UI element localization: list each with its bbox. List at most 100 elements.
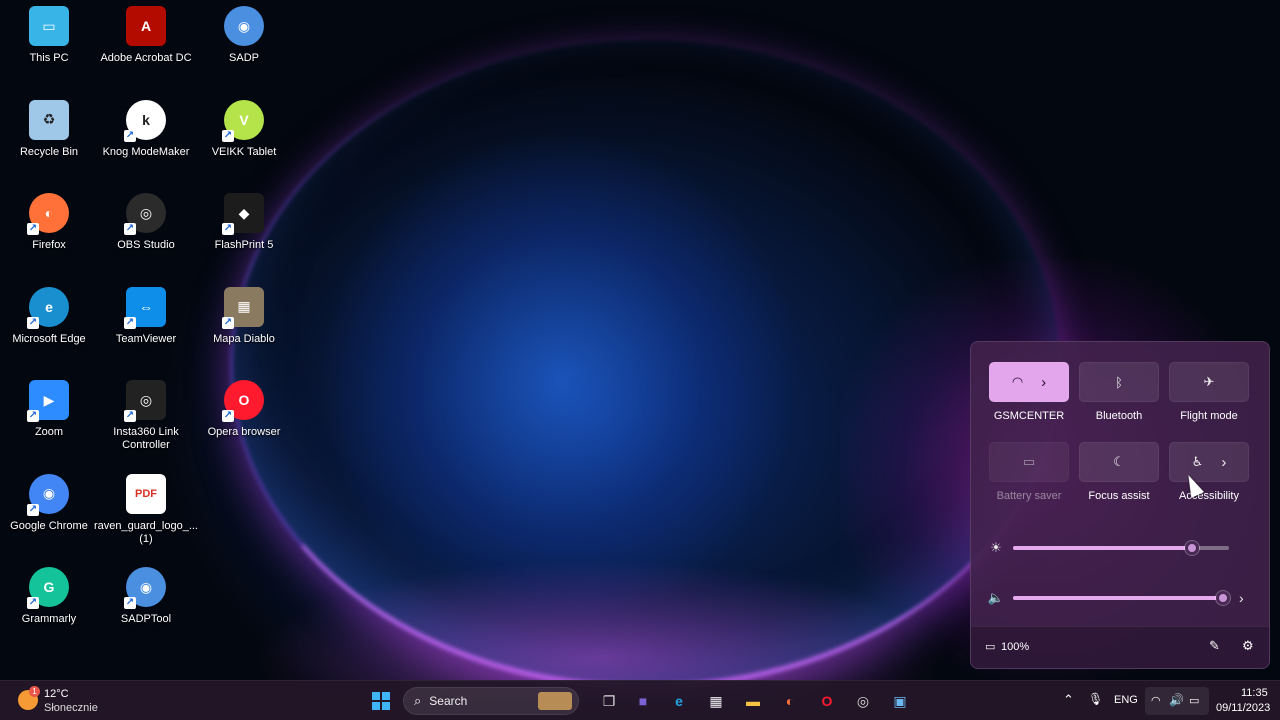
desktop-icon-label: Microsoft Edge <box>12 332 86 345</box>
desktop-icon-label: This PC <box>29 52 69 64</box>
desktop-icon-grammarly[interactable]: G ↗ Grammarly <box>0 567 98 626</box>
brightness-slider-row: ☀ <box>987 538 1257 558</box>
shortcut-arrow-icon: ↗ <box>27 503 39 516</box>
sadp-icon: ◉ ↗ <box>124 567 166 609</box>
desktop-icon-pdf-file[interactable]: PDF raven_guard_logo_... (1) <box>94 473 198 546</box>
desktop-icon-opera[interactable]: O ↗ Opera browser <box>195 380 293 439</box>
desktop-icon-monitor[interactable]: ▭ This PC <box>0 6 98 65</box>
moon-icon: ☾ <box>1113 454 1125 469</box>
weather-condition[interactable]: Słonecznie <box>44 702 98 714</box>
desktop-icon-zoom[interactable]: ▶ ↗ Zoom <box>0 380 98 439</box>
desktop-icon-label: Grammarly <box>21 613 77 625</box>
battery-icon[interactable]: ▭ <box>985 640 995 653</box>
brightness-thumb[interactable] <box>1185 541 1199 555</box>
quick-tile-button-airplane[interactable]: ✈ <box>1169 362 1249 402</box>
chevron-right-icon[interactable]: › <box>1041 374 1046 391</box>
flashprint-icon: ◆ ↗ <box>222 193 264 235</box>
taskbar-task-view-icon[interactable]: ❐ <box>596 689 622 713</box>
shortcut-arrow-icon: ↗ <box>27 410 39 422</box>
quick-tile-button-wifi[interactable]: ◠ › <box>989 362 1069 402</box>
microphone-icon[interactable]: 🎙 <box>1088 692 1103 706</box>
battery-percentage[interactable]: 100% <box>1001 641 1029 653</box>
quick-settings-tray-button[interactable]: ◠ 🔊 ▭ <box>1145 687 1209 715</box>
desktop-icon-chrome[interactable]: ◉ ↗ Google Chrome <box>0 473 98 533</box>
quick-tile-label: Battery saver <box>996 490 1062 502</box>
opera-icon: O ↗ <box>222 380 264 422</box>
grammarly-icon: G ↗ <box>27 567 69 609</box>
quick-tile-label: Focus assist <box>1088 490 1150 502</box>
desktop-icon-firefox[interactable]: ◐ ↗ Firefox <box>0 193 98 252</box>
brightness-slider[interactable] <box>1013 541 1229 555</box>
windows-start-icon[interactable] <box>368 689 394 713</box>
bluetooth-icon: ᛒ <box>1115 374 1123 390</box>
search-highlight-image-icon <box>538 692 572 710</box>
quick-tile-button-battery-saver[interactable]: ▭ <box>989 442 1069 482</box>
volume-slider[interactable] <box>1013 591 1230 605</box>
desktop-icon-insta360[interactable]: ◎ ↗ Insta360 Link Controller <box>97 380 195 452</box>
desktop-icon-flashprint[interactable]: ◆ ↗ FlashPrint 5 <box>195 193 293 252</box>
desktop-icon-knog[interactable]: k ↗ Knog ModeMaker <box>97 99 195 159</box>
search-icon: ⌕ <box>414 693 422 708</box>
desktop-icon-label: TeamViewer <box>115 332 177 345</box>
weather-badge: 1 <box>29 686 40 697</box>
shortcut-arrow-icon: ↗ <box>27 597 39 609</box>
shortcut-arrow-icon: ↗ <box>27 316 39 329</box>
insta360-icon: ◎ ↗ <box>124 380 166 422</box>
desktop-icon-obs[interactable]: ◎ ↗ OBS Studio <box>97 193 195 252</box>
monitor-icon: ▭ <box>29 6 69 46</box>
shortcut-arrow-icon: ↗ <box>124 316 136 329</box>
shortcut-arrow-icon: ↗ <box>124 597 136 609</box>
shortcut-arrow-icon: ↗ <box>124 410 136 422</box>
search-placeholder: Search <box>429 694 468 708</box>
desktop-icon-label: Google Chrome <box>10 519 88 532</box>
desktop-icon-veikk[interactable]: V ↗ VEIKK Tablet <box>195 99 293 159</box>
pdf-file-icon: PDF <box>126 473 166 514</box>
recycle-bin-icon: ♻ <box>29 99 69 140</box>
weather-temperature[interactable]: 12°C <box>44 688 69 700</box>
clock-date[interactable]: 09/11/2023 <box>1216 702 1270 714</box>
quick-tile-button-accessibility[interactable]: ♿ › <box>1169 442 1249 482</box>
accessibility-icon: ♿ <box>1191 454 1204 469</box>
taskbar-search-box[interactable]: ⌕ Search <box>403 687 579 715</box>
quick-tile-button-moon[interactable]: ☾ <box>1079 442 1159 482</box>
taskbar-store-icon[interactable]: ▦ <box>703 689 729 713</box>
settings-gear-icon[interactable]: ⚙ <box>1242 638 1254 654</box>
desktop-icon-label: raven_guard_logo_... (1) <box>94 519 198 545</box>
taskbar-teams-chat-icon[interactable]: ■ <box>630 689 656 713</box>
brightness-icon: ☀ <box>990 540 1002 555</box>
shortcut-arrow-icon: ↗ <box>222 129 234 142</box>
show-hidden-icons-chevron-icon[interactable]: ⌃ <box>1063 692 1074 708</box>
clock-time[interactable]: 11:35 <box>1241 687 1268 699</box>
desktop-icon-label: Mapa Diablo <box>213 332 275 345</box>
quick-settings-panel: ◠ › GSMCENTER ᛒ Bluetooth ✈ Flight mode ▭ Batter… <box>970 341 1270 669</box>
taskbar-folder-icon[interactable]: ▬ <box>740 689 766 713</box>
taskbar-edge-icon[interactable]: e <box>666 689 692 713</box>
taskbar-opera-icon[interactable]: O <box>814 689 840 713</box>
desktop-icon-edge[interactable]: e ↗ Microsoft Edge <box>0 286 98 346</box>
edge-icon: e ↗ <box>27 286 69 329</box>
taskbar-firefox-icon[interactable]: ◐ <box>777 689 803 713</box>
sadp-icon: ◉ <box>224 6 264 46</box>
audio-output-chevron-icon[interactable]: › <box>1239 590 1244 606</box>
desktop-icon-recycle-bin[interactable]: ♻ Recycle Bin <box>0 99 98 159</box>
quick-tile-moon: ☾ Focus assist <box>1078 442 1160 502</box>
taskbar-obs-icon[interactable]: ◎ <box>850 689 876 713</box>
chevron-right-icon[interactable]: › <box>1221 454 1226 471</box>
veikk-icon: V ↗ <box>222 99 264 142</box>
taskbar-remote-desktop-icon[interactable]: ▣ <box>887 689 913 713</box>
language-indicator[interactable]: ENG <box>1114 694 1138 706</box>
desktop-icon-map-image[interactable]: ▦ ↗ Mapa Diablo <box>195 286 293 346</box>
edit-pencil-icon[interactable]: ✎ <box>1209 638 1220 654</box>
taskbar: 1 12°C Słonecznie ⌕ Search ❐ ■ e ▦ ▬ ◐ O ◎ ▣ ⌃ 🎙… <box>0 680 1280 720</box>
shortcut-arrow-icon: ↗ <box>27 223 39 235</box>
quick-settings-footer: ▭ 100% ✎ ⚙ <box>971 626 1269 668</box>
quick-tile-button-bluetooth[interactable]: ᛒ <box>1079 362 1159 402</box>
desktop-icon-teamviewer[interactable]: ⇔ ↗ TeamViewer <box>97 286 195 346</box>
volume-thumb[interactable] <box>1216 591 1230 605</box>
quick-tile-label: Bluetooth <box>1095 410 1143 422</box>
desktop-icon-sadp[interactable]: ◉ ↗ SADPTool <box>97 567 195 626</box>
chrome-icon: ◉ ↗ <box>27 473 69 516</box>
desktop-icon-acrobat[interactable]: A Adobe Acrobat DC <box>97 6 195 65</box>
desktop-icon-sadp[interactable]: ◉ SADP <box>195 6 293 65</box>
quick-tile-battery-saver: ▭ Battery saver <box>988 442 1070 502</box>
